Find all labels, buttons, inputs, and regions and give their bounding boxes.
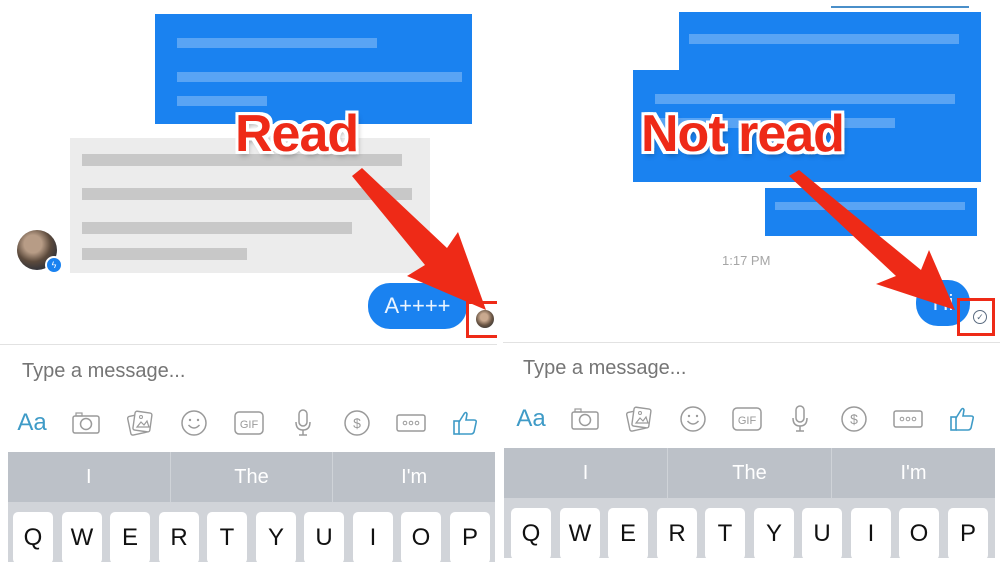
key[interactable]: R [159, 512, 199, 562]
key[interactable]: E [608, 508, 648, 560]
key[interactable]: R [657, 508, 697, 560]
annotation-arrow [352, 168, 486, 310]
gif-label: GIF [737, 415, 756, 427]
camera-icon[interactable] [567, 401, 603, 437]
more-icon[interactable] [890, 401, 926, 437]
composer-toolbar: Aa GIF $ [14, 403, 483, 443]
key[interactable]: W [62, 512, 102, 562]
key[interactable]: Q [511, 508, 551, 560]
dollar-label: $ [850, 411, 858, 427]
more-icon[interactable] [393, 405, 429, 441]
key[interactable]: T [705, 508, 745, 560]
suggestion[interactable]: I'm [333, 452, 495, 502]
suggestion[interactable]: I [504, 448, 668, 498]
thumbs-up-icon[interactable] [447, 405, 483, 441]
message-input[interactable] [22, 360, 442, 383]
key[interactable]: Y [754, 508, 794, 560]
keyboard: Q W E R T Y U I O P [504, 498, 995, 560]
keyboard: Q W E R T Y U I O P [8, 502, 495, 562]
keyboard-suggestion-bar: I The I'm [8, 452, 495, 502]
key[interactable]: I [851, 508, 891, 560]
text-format-icon[interactable]: Aa [513, 401, 549, 437]
gif-icon[interactable]: GIF [231, 405, 267, 441]
microphone-icon[interactable] [782, 401, 818, 437]
photos-icon[interactable] [122, 405, 158, 441]
gif-icon[interactable]: GIF [729, 401, 765, 437]
suggestion[interactable]: I'm [832, 448, 995, 498]
key[interactable]: O [401, 512, 441, 562]
microphone-icon[interactable] [285, 405, 321, 441]
key[interactable]: U [802, 508, 842, 560]
panel-read: ϟ A++++ Read Aa GIF $ [0, 0, 497, 562]
suggestion[interactable]: The [668, 448, 832, 498]
key[interactable]: P [948, 508, 988, 560]
suggestion[interactable]: I [8, 452, 171, 502]
gif-label: GIF [239, 419, 258, 431]
text-format-icon[interactable]: Aa [14, 405, 50, 441]
key[interactable]: W [560, 508, 600, 560]
key[interactable]: I [353, 512, 393, 562]
dollar-label: $ [353, 415, 361, 431]
camera-icon[interactable] [68, 405, 104, 441]
annotation-arrow [789, 170, 955, 310]
emoji-icon[interactable] [675, 401, 711, 437]
photos-icon[interactable] [621, 401, 657, 437]
panel-not-read: 1:17 PM Hi ✓ Not read Aa GIF $ [503, 0, 1000, 562]
keyboard-suggestion-bar: I The I'm [504, 448, 995, 498]
key[interactable]: U [304, 512, 344, 562]
annotation-label: Read [235, 105, 359, 163]
composer-divider [0, 344, 497, 345]
payment-icon[interactable]: $ [836, 401, 872, 437]
composer-toolbar: Aa GIF $ [513, 399, 980, 439]
suggestion[interactable]: The [171, 452, 334, 502]
thumbs-up-icon[interactable] [944, 401, 980, 437]
emoji-icon[interactable] [176, 405, 212, 441]
key[interactable]: Q [13, 512, 53, 562]
key[interactable]: Y [256, 512, 296, 562]
key[interactable]: T [207, 512, 247, 562]
annotation-label: Not read [641, 105, 845, 163]
key[interactable]: E [110, 512, 150, 562]
key[interactable]: P [450, 512, 490, 562]
composer-divider [503, 342, 1000, 343]
message-input[interactable] [523, 357, 943, 380]
payment-icon[interactable]: $ [339, 405, 375, 441]
key[interactable]: O [899, 508, 939, 560]
